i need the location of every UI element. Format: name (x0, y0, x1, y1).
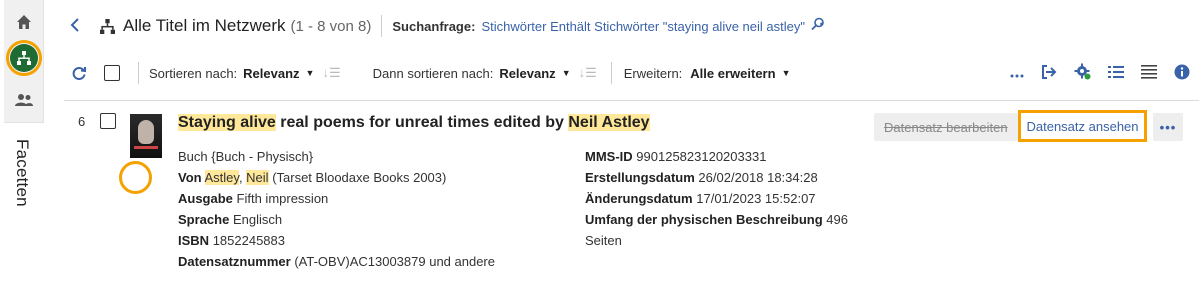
compact-view-button[interactable] (1108, 65, 1124, 81)
more-actions-button[interactable] (1010, 66, 1024, 81)
network-button[interactable] (4, 40, 44, 76)
network-hierarchy-icon (17, 51, 31, 65)
network-selection-ring (6, 40, 42, 76)
record-more-button[interactable]: ••• (1153, 113, 1183, 141)
record-title[interactable]: Staying alive real poems for unreal time… (178, 114, 650, 132)
edit-search-button[interactable] (810, 17, 826, 36)
author-label: Von (178, 170, 202, 185)
record-checkbox[interactable] (100, 113, 116, 129)
network-hierarchy-icon (100, 18, 115, 34)
divider (610, 62, 612, 84)
list-compact-icon (1108, 65, 1124, 78)
list-full-icon (1141, 64, 1157, 79)
isbn-label: ISBN (178, 233, 210, 248)
people-icon (15, 94, 33, 106)
extent-value: 496 (826, 212, 848, 227)
divider (64, 100, 1199, 101)
created-label: Erstellungsdatum (585, 170, 695, 185)
back-button[interactable] (70, 15, 92, 38)
home-button[interactable] (4, 4, 44, 40)
publisher: (Tarset Bloodaxe Books 2003) (268, 170, 447, 185)
header: Alle Titel im Netzwerk (1 - 8 von 8) Suc… (70, 12, 826, 40)
record-number: 6 (78, 114, 86, 129)
extent-label: Umfang der physischen Beschreibung (585, 212, 823, 227)
title-highlight: Neil Astley (568, 114, 650, 131)
facets-label: Facetten (13, 139, 32, 207)
edition-value: Fifth impression (236, 191, 329, 206)
divider (138, 62, 139, 84)
then-sort-label: Dann sortieren nach: (372, 65, 494, 81)
page-title: Alle Titel im Netzwerk (123, 16, 286, 35)
then-sort-select[interactable]: Relevanz (499, 66, 555, 81)
export-icon (1042, 64, 1057, 79)
full-view-button[interactable] (1141, 64, 1157, 82)
sort-direction-icon[interactable]: ↓☰ (579, 65, 597, 81)
search-query-link[interactable]: Stichwörter Enthält Stichwörter "staying… (481, 19, 805, 34)
title-highlight: Staying alive (178, 114, 276, 131)
gear-icon (1074, 63, 1091, 80)
edit-record-button[interactable]: Datensatz bearbeiten (874, 113, 1018, 141)
record-details-right: MMS-ID 990125823120203331 Erstellungsdat… (585, 146, 848, 251)
sort-by-select[interactable]: Relevanz (243, 66, 299, 81)
view-record-button[interactable]: Datensatz ansehen (1018, 110, 1147, 142)
record-number-value: (AT-OBV)AC13003879 und andere (294, 254, 495, 269)
info-button[interactable] (1174, 64, 1190, 83)
refresh-icon (72, 67, 86, 80)
search-query-label: Suchanfrage: (392, 18, 476, 34)
author-last: Astley (204, 170, 239, 185)
toolbar-actions (1010, 63, 1190, 83)
export-button[interactable] (1041, 64, 1057, 83)
author-first: Neil (246, 170, 269, 185)
select-all-checkbox[interactable] (104, 65, 120, 81)
info-icon (1174, 64, 1190, 79)
record-number-label: Datensatznummer (178, 254, 291, 269)
title-text: real poems for unreal times edited by (275, 114, 569, 131)
sort-by-label: Sortieren nach: (149, 65, 238, 81)
results-toolbar: Sortieren nach: Relevanz ▼ ↓☰ Dann sorti… (72, 60, 1196, 86)
mms-value: 990125823120203331 (636, 149, 767, 164)
record-details-left: Buch {Buch - Physisch} Von Astley, Neil … (178, 146, 495, 272)
facets-tab[interactable]: Facetten (4, 122, 44, 281)
selection-ring (119, 161, 152, 194)
language-label: Sprache (178, 212, 230, 227)
caret-down-icon[interactable]: ▼ (562, 68, 571, 78)
more-horizontal-icon (1010, 74, 1024, 77)
expand-label: Erweitern: (623, 65, 683, 81)
expand-select[interactable]: Alle erweitern (690, 66, 775, 81)
extent-continuation: Seiten (585, 233, 622, 248)
record-type: Buch {Buch - Physisch} (178, 149, 314, 164)
sort-direction-icon[interactable]: ↓☰ (322, 65, 340, 81)
chevron-left-icon (70, 17, 79, 32)
modified-label: Änderungsdatum (585, 191, 693, 206)
edition-label: Ausgabe (178, 191, 233, 206)
caret-down-icon[interactable]: ▼ (306, 68, 315, 78)
people-button[interactable] (4, 82, 44, 118)
book-cover-thumbnail[interactable] (130, 114, 162, 158)
result-count: (1 - 8 von 8) (290, 17, 372, 35)
refresh-button[interactable] (72, 66, 92, 80)
mms-label: MMS-ID (585, 149, 633, 164)
caret-down-icon[interactable]: ▼ (782, 68, 791, 78)
language-value: Englisch (232, 212, 283, 227)
divider (381, 15, 383, 37)
settings-button[interactable] (1074, 63, 1091, 83)
modified-value: 17/01/2023 15:52:07 (696, 191, 816, 206)
left-rail: Facetten (4, 0, 44, 281)
search-edit-icon (811, 17, 824, 30)
isbn-value: 1852245883 (212, 233, 285, 248)
created-value: 26/02/2018 18:34:28 (698, 170, 818, 185)
home-icon (17, 15, 31, 29)
